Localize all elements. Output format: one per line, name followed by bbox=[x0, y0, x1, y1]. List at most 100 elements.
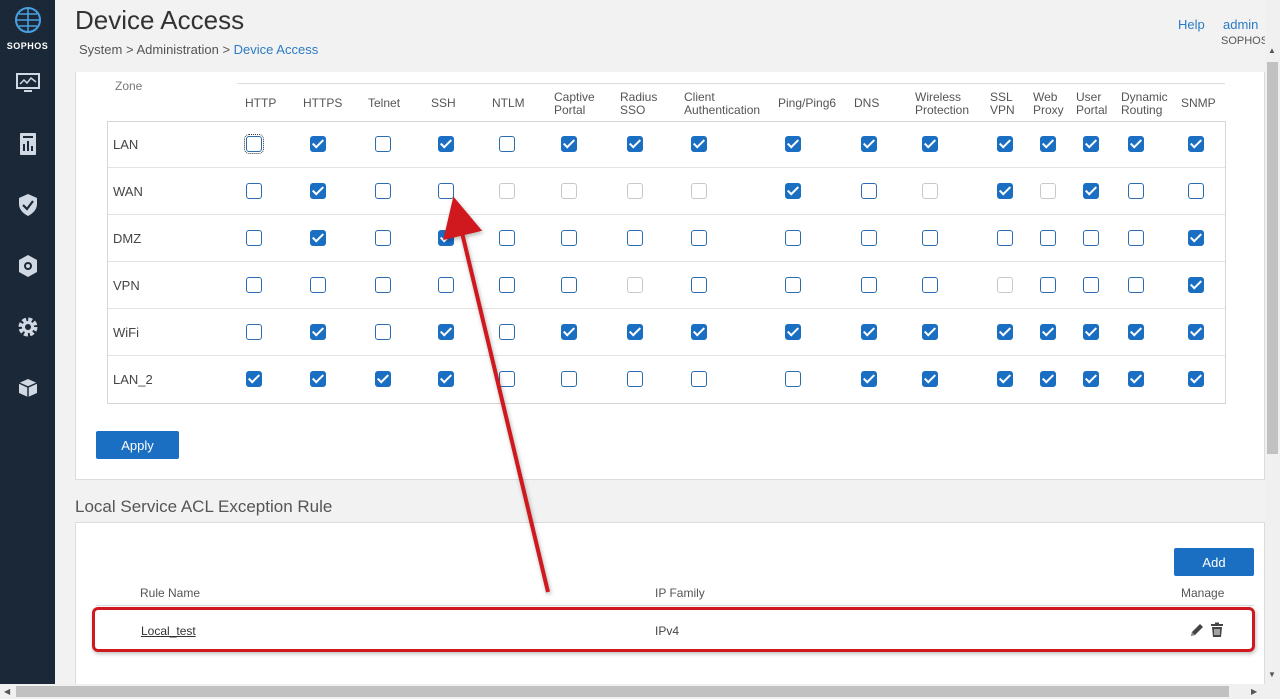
access-checkbox[interactable] bbox=[499, 136, 515, 152]
access-checkbox[interactable] bbox=[861, 136, 877, 152]
access-checkbox[interactable] bbox=[561, 230, 577, 246]
breadcrumb-system[interactable]: System bbox=[79, 42, 122, 57]
admin-menu[interactable]: admin bbox=[1223, 17, 1258, 32]
access-checkbox[interactable] bbox=[499, 277, 515, 293]
help-link[interactable]: Help bbox=[1178, 17, 1205, 32]
breadcrumb-administration[interactable]: Administration bbox=[136, 42, 218, 57]
access-checkbox[interactable] bbox=[785, 230, 801, 246]
access-checkbox[interactable] bbox=[310, 371, 326, 387]
access-checkbox[interactable] bbox=[1040, 230, 1056, 246]
access-checkbox[interactable] bbox=[375, 136, 391, 152]
access-checkbox[interactable] bbox=[244, 134, 264, 154]
access-checkbox[interactable] bbox=[691, 277, 707, 293]
access-checkbox[interactable] bbox=[438, 183, 454, 199]
access-checkbox[interactable] bbox=[785, 136, 801, 152]
access-checkbox[interactable] bbox=[246, 230, 262, 246]
access-checkbox[interactable] bbox=[1040, 371, 1056, 387]
access-checkbox[interactable] bbox=[627, 230, 643, 246]
access-checkbox[interactable] bbox=[922, 324, 938, 340]
access-checkbox[interactable] bbox=[438, 277, 454, 293]
report-icon[interactable] bbox=[15, 131, 41, 157]
access-checkbox[interactable] bbox=[861, 324, 877, 340]
cube-icon[interactable] bbox=[15, 375, 41, 401]
access-checkbox[interactable] bbox=[785, 371, 801, 387]
access-checkbox[interactable] bbox=[861, 183, 877, 199]
access-checkbox[interactable] bbox=[861, 371, 877, 387]
access-checkbox[interactable] bbox=[1083, 277, 1099, 293]
shield-icon[interactable] bbox=[15, 192, 41, 218]
access-checkbox[interactable] bbox=[438, 324, 454, 340]
access-checkbox[interactable] bbox=[1188, 324, 1204, 340]
access-checkbox[interactable] bbox=[375, 277, 391, 293]
add-rule-button[interactable]: Add bbox=[1174, 548, 1254, 576]
access-checkbox[interactable] bbox=[1128, 230, 1144, 246]
access-checkbox[interactable] bbox=[1128, 371, 1144, 387]
apply-button[interactable]: Apply bbox=[96, 431, 179, 459]
access-checkbox[interactable] bbox=[310, 183, 326, 199]
access-checkbox[interactable] bbox=[1128, 183, 1144, 199]
access-checkbox[interactable] bbox=[499, 371, 515, 387]
access-checkbox[interactable] bbox=[1188, 230, 1204, 246]
access-checkbox[interactable] bbox=[997, 230, 1013, 246]
access-checkbox[interactable] bbox=[1083, 230, 1099, 246]
scroll-up-arrow[interactable]: ▲ bbox=[1268, 46, 1276, 55]
access-checkbox[interactable] bbox=[922, 230, 938, 246]
access-checkbox[interactable] bbox=[246, 277, 262, 293]
scroll-right-arrow[interactable]: ▶ bbox=[1251, 687, 1257, 696]
access-checkbox[interactable] bbox=[785, 183, 801, 199]
trash-icon[interactable] bbox=[1209, 622, 1225, 638]
access-checkbox[interactable] bbox=[691, 324, 707, 340]
access-checkbox[interactable] bbox=[1083, 371, 1099, 387]
access-checkbox[interactable] bbox=[375, 183, 391, 199]
access-checkbox[interactable] bbox=[1040, 136, 1056, 152]
access-checkbox[interactable] bbox=[561, 324, 577, 340]
access-checkbox[interactable] bbox=[691, 371, 707, 387]
access-checkbox[interactable] bbox=[561, 371, 577, 387]
access-checkbox[interactable] bbox=[785, 277, 801, 293]
access-checkbox[interactable] bbox=[310, 230, 326, 246]
access-checkbox[interactable] bbox=[310, 324, 326, 340]
access-checkbox[interactable] bbox=[246, 371, 262, 387]
access-checkbox[interactable] bbox=[1128, 277, 1144, 293]
access-checkbox[interactable] bbox=[922, 371, 938, 387]
protect-icon[interactable] bbox=[15, 253, 41, 279]
access-checkbox[interactable] bbox=[499, 230, 515, 246]
access-checkbox[interactable] bbox=[438, 230, 454, 246]
scroll-down-arrow[interactable]: ▼ bbox=[1268, 670, 1276, 679]
access-checkbox[interactable] bbox=[1188, 136, 1204, 152]
access-checkbox[interactable] bbox=[310, 136, 326, 152]
access-checkbox[interactable] bbox=[375, 324, 391, 340]
access-checkbox[interactable] bbox=[1188, 277, 1204, 293]
access-checkbox[interactable] bbox=[627, 136, 643, 152]
access-checkbox[interactable] bbox=[1188, 183, 1204, 199]
horizontal-scroll-thumb[interactable] bbox=[16, 686, 1229, 697]
edit-icon[interactable] bbox=[1189, 622, 1205, 638]
access-checkbox[interactable] bbox=[375, 371, 391, 387]
rule-name-link[interactable]: Local_test bbox=[141, 624, 196, 638]
access-checkbox[interactable] bbox=[785, 324, 801, 340]
access-checkbox[interactable] bbox=[561, 277, 577, 293]
access-checkbox[interactable] bbox=[997, 324, 1013, 340]
scroll-left-arrow[interactable]: ◀ bbox=[4, 687, 10, 696]
monitor-icon[interactable] bbox=[15, 70, 41, 96]
access-checkbox[interactable] bbox=[861, 277, 877, 293]
access-checkbox[interactable] bbox=[997, 183, 1013, 199]
access-checkbox[interactable] bbox=[627, 324, 643, 340]
access-checkbox[interactable] bbox=[1128, 324, 1144, 340]
access-checkbox[interactable] bbox=[438, 371, 454, 387]
vertical-scroll-thumb[interactable] bbox=[1267, 62, 1278, 454]
gear-icon[interactable] bbox=[15, 314, 41, 340]
access-checkbox[interactable] bbox=[1040, 324, 1056, 340]
access-checkbox[interactable] bbox=[1040, 277, 1056, 293]
access-checkbox[interactable] bbox=[922, 277, 938, 293]
access-checkbox[interactable] bbox=[1083, 183, 1099, 199]
access-checkbox[interactable] bbox=[861, 230, 877, 246]
access-checkbox[interactable] bbox=[997, 136, 1013, 152]
access-checkbox[interactable] bbox=[1083, 136, 1099, 152]
access-checkbox[interactable] bbox=[997, 371, 1013, 387]
access-checkbox[interactable] bbox=[922, 136, 938, 152]
access-checkbox[interactable] bbox=[691, 136, 707, 152]
access-checkbox[interactable] bbox=[246, 324, 262, 340]
access-checkbox[interactable] bbox=[1128, 136, 1144, 152]
access-checkbox[interactable] bbox=[499, 324, 515, 340]
